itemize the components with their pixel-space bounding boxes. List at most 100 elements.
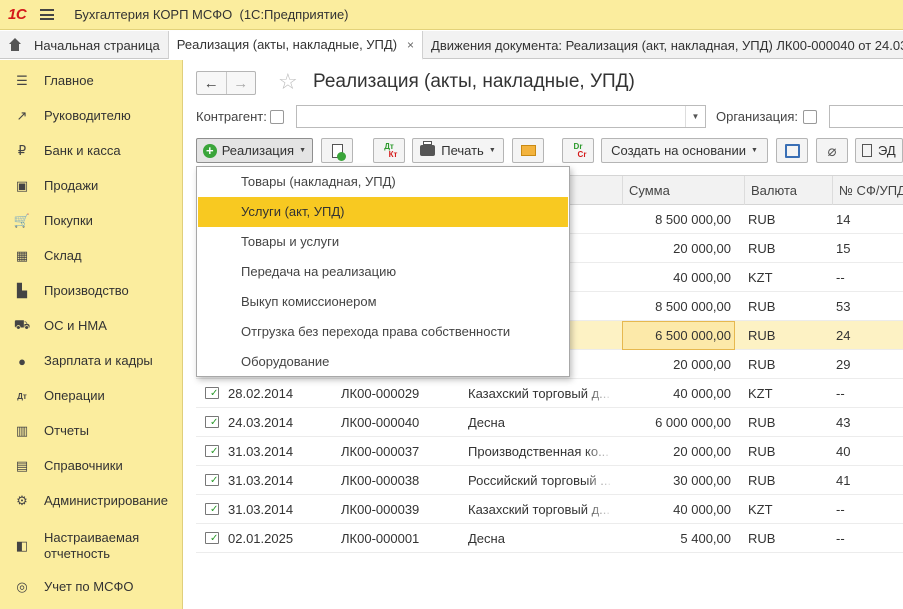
close-icon[interactable]: × (407, 38, 414, 52)
cell-sum: 8 500 000,00 (655, 299, 731, 314)
ifrs-drcr-button[interactable]: Dr Cr (562, 138, 594, 163)
organization-label: Организация: (716, 109, 799, 124)
column-sum[interactable]: Сумма (622, 176, 744, 205)
cell-sum: 20 000,00 (673, 444, 731, 459)
cell-number: ЛК00-000039 (341, 502, 420, 517)
cell-currency: RUB (748, 328, 776, 343)
cell-sum: 20 000,00 (673, 357, 731, 372)
favorite-star-icon[interactable]: ☆ (278, 69, 298, 95)
table-row[interactable]: 02.01.2025 ЛК00-000001 Десна 5 400,00 RUB -- (196, 524, 903, 553)
shopping-cart-icon: 🛒 (13, 213, 31, 228)
realization-type-dropdown: Товары (накладная, УПД) Услуги (акт, УПД)… (196, 166, 570, 377)
cell-counterparty: Десна (468, 415, 505, 430)
chevron-down-icon[interactable]: ▼ (685, 106, 705, 127)
sidebar-item-13[interactable]: ◧ Настраиваемая отчетность (0, 526, 183, 566)
table-row[interactable]: 31.03.2014 ЛК00-000037 Производственная ко… (196, 437, 903, 466)
main-menu-icon[interactable] (40, 9, 55, 20)
table-row[interactable]: 31.03.2014 ЛК00-000038 Российский торговый… (196, 466, 903, 495)
back-button[interactable]: ← (197, 72, 226, 94)
sidebar-item-1[interactable]: ↗ Руководителю (0, 107, 183, 125)
sidebar-item-0[interactable]: ☰ Главное (0, 72, 183, 90)
cell-sum: 8 500 000,00 (655, 212, 731, 227)
trend-chart-icon: ↗ (16, 108, 28, 123)
table-row[interactable]: 31.03.2014 ЛК00-000039 Казахский торговый … (196, 495, 903, 524)
table-row[interactable]: 28.02.2014 ЛК00-000029 Казахский торговый … (196, 379, 903, 408)
counterparty-checkbox[interactable] (270, 110, 284, 124)
send-email-button[interactable] (512, 138, 544, 163)
copy-document-button[interactable] (321, 138, 353, 163)
tab-realization[interactable]: Реализация (акты, накладные, УПД) × (168, 31, 424, 60)
cell-currency: RUB (748, 241, 776, 256)
tab-document-movements[interactable]: Движения документа: Реализация (акт, нак… (423, 31, 903, 59)
cell-sum: 40 000,00 (673, 270, 731, 285)
cell-number: ЛК00-000001 (341, 531, 420, 546)
cell-currency: KZT (748, 386, 773, 401)
sidebar-item-label: Покупки (44, 213, 93, 228)
postings-dtkt-button[interactable]: Дт Кт (373, 138, 405, 163)
sidebar-item-5[interactable]: ▦ Склад (0, 247, 183, 265)
sidebar-item-label: Продажи (44, 178, 99, 193)
dropdown-item[interactable]: Услуги (акт, УПД) (198, 197, 568, 227)
forward-button[interactable]: → (225, 72, 256, 94)
edo-button[interactable]: ЭД (855, 138, 903, 163)
structure-button[interactable] (776, 138, 808, 163)
cell-currency: KZT (748, 270, 773, 285)
cell-counterparty: Производственная ко... (468, 444, 609, 459)
cell-date: 31.03.2014 (228, 444, 294, 459)
cell-invoice: 14 (836, 212, 851, 227)
sidebar-item-14[interactable]: ◎ Учет по МСФО (0, 578, 183, 596)
cell-sum: 6 000 000,00 (655, 415, 731, 430)
cell-invoice: -- (836, 270, 845, 285)
sidebar-item-11[interactable]: ▤ Справочники (0, 457, 183, 475)
posted-document-icon (205, 503, 219, 515)
sidebar-item-8[interactable]: ● Зарплата и кадры (0, 352, 183, 370)
posted-document-icon (205, 474, 219, 486)
sidebar-item-6[interactable]: ▙ Производство (0, 282, 183, 300)
globe-icon: ◎ (16, 579, 28, 594)
tab-home[interactable]: Начальная страница (0, 31, 169, 59)
dropdown-item[interactable]: Отгрузка без перехода права собственност… (198, 317, 568, 347)
paperclip-icon: ⌀ (827, 142, 837, 160)
cell-sum: 30 000,00 (673, 473, 731, 488)
sidebar-item-label: Учет по МСФО (44, 579, 134, 594)
counterparty-field[interactable]: ▼ (296, 105, 706, 128)
debit-credit-icon: Дт (17, 391, 27, 401)
sidebar-item-2[interactable]: ₽ Банк и касса (0, 142, 183, 160)
sidebar-item-7[interactable]: ⛟ ОС и НМА (0, 317, 183, 335)
sidebar-item-label: ОС и НМА (44, 318, 107, 333)
tab-label: Начальная страница (34, 37, 160, 53)
1c-logo[interactable]: 1С (8, 6, 27, 23)
attachments-button[interactable]: ⌀ (816, 138, 848, 163)
cell-invoice: -- (836, 386, 845, 401)
dropdown-item[interactable]: Товары и услуги (198, 227, 568, 257)
sidebar-item-3[interactable]: ▣ Продажи (0, 177, 183, 195)
column-currency[interactable]: Валюта (744, 176, 832, 205)
organization-checkbox[interactable] (803, 110, 817, 124)
create-realization-button[interactable]: + Реализация ▼ (196, 138, 313, 163)
sidebar-item-label: Руководителю (44, 108, 131, 123)
table-row[interactable]: 24.03.2014 ЛК00-000040 Десна 6 000 000,00 RU… (196, 408, 903, 437)
custom-report-icon: ◧ (15, 538, 29, 553)
tab-label: Движения документа: Реализация (акт, нак… (431, 37, 903, 53)
chevron-down-icon: ▼ (750, 147, 758, 154)
create-based-on-button[interactable]: Создать на основании ▼ (601, 138, 768, 163)
gear-icon: ⚙ (16, 493, 28, 508)
document-add-icon (331, 143, 346, 161)
sidebar-item-10[interactable]: ▥ Отчеты (0, 422, 183, 440)
cell-currency: KZT (748, 502, 773, 517)
tabs-bar: Начальная страница Реализация (акты, нак… (0, 31, 903, 60)
dropdown-item[interactable]: Товары (накладная, УПД) (198, 167, 568, 197)
dropdown-item[interactable]: Оборудование (198, 347, 568, 377)
sidebar-item-12[interactable]: ⚙ Администрирование (0, 492, 183, 510)
print-button[interactable]: Печать ▼ (412, 138, 504, 163)
cell-counterparty: Казахский торговый д... (468, 386, 611, 401)
posted-document-icon (205, 445, 219, 457)
sidebar-item-9[interactable]: Дт Операции (0, 387, 183, 405)
sidebar-item-4[interactable]: 🛒 Покупки (0, 212, 183, 230)
dropdown-item[interactable]: Передача на реализацию (198, 257, 568, 287)
cell-counterparty: Российский торговый ... (468, 473, 612, 488)
organization-field[interactable] (829, 105, 903, 128)
column-invoice[interactable]: № СФ/УПД (832, 176, 903, 205)
dropdown-item[interactable]: Выкуп комиссионером (198, 287, 568, 317)
posted-document-icon (205, 416, 219, 428)
